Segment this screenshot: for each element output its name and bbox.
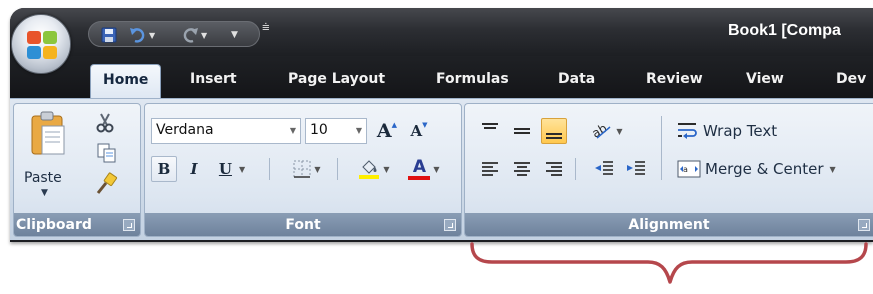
font-name-combo[interactable]: Verdana ▼ — [151, 118, 301, 144]
chevron-down-icon: ▼ — [289, 126, 296, 135]
copy-icon — [97, 143, 116, 163]
middle-align-icon — [514, 128, 530, 134]
annotation-brace-icon — [470, 242, 868, 284]
font-group-label: Font — [285, 217, 321, 233]
paste-button[interactable]: Paste ▼ — [16, 108, 80, 206]
qat-more-button[interactable]: ▼ — [229, 26, 238, 44]
font-color-icon: A — [408, 158, 431, 180]
window-title: Book1 [Compa — [728, 22, 841, 39]
alignment-dialog-launcher-icon[interactable] — [858, 219, 870, 231]
tab-developer[interactable]: Dev — [836, 64, 866, 98]
align-right-button[interactable] — [541, 156, 567, 182]
format-painter-icon — [96, 172, 118, 194]
increase-indent-button[interactable] — [623, 156, 649, 182]
font-group: Verdana ▼ 10 ▼ A ▲ A ▼ B I U ▼ ▼ ▼ A ▼ F… — [144, 103, 462, 237]
shrink-font-button[interactable]: A ▼ — [405, 118, 433, 144]
paste-label: Paste — [24, 170, 62, 186]
middle-align-button[interactable] — [509, 118, 535, 144]
bottom-align-icon — [546, 133, 562, 139]
copy-button[interactable] — [96, 142, 120, 164]
alignment-group-label: Alignment — [628, 217, 710, 233]
quick-access-toolbar: ▼ ▼ ▼ — [88, 21, 260, 47]
undo-icon — [130, 28, 145, 43]
tab-home[interactable]: Home — [90, 64, 162, 98]
italic-icon: I — [190, 160, 198, 178]
office-button[interactable] — [11, 14, 71, 74]
clipboard-group-label: Clipboard — [16, 217, 92, 233]
wrap-text-button[interactable]: Wrap Text — [677, 118, 777, 144]
customize-toolbar-icon[interactable]: ⩧ — [262, 20, 270, 35]
wrap-text-label: Wrap Text — [703, 122, 778, 140]
underline-icon: U — [218, 160, 232, 178]
alignment-separator — [575, 158, 576, 180]
font-size-value: 10 — [310, 122, 328, 138]
align-center-button[interactable] — [509, 156, 535, 182]
cut-button[interactable] — [94, 112, 118, 134]
tab-review[interactable]: Review — [646, 64, 703, 98]
excel-window: ▼ ▼ ▼ ⩧ Book1 [Compa Home Insert Page La… — [10, 8, 873, 242]
paste-icon — [31, 111, 65, 155]
alignment-separator — [661, 116, 662, 180]
fill-color-icon — [359, 160, 380, 179]
fill-color-button[interactable]: ▼ — [351, 156, 397, 182]
font-group-footer: Font — [145, 213, 461, 236]
align-center-icon — [514, 162, 530, 176]
grow-font-icon: A — [376, 120, 392, 142]
office-logo-icon — [27, 31, 57, 59]
borders-icon — [293, 160, 311, 178]
clipboard-dialog-launcher-icon[interactable] — [123, 219, 135, 231]
top-align-button[interactable] — [477, 118, 503, 144]
merge-center-button[interactable]: a Merge & Center ▼ — [677, 156, 836, 182]
bold-icon: B — [157, 160, 171, 178]
cut-icon — [96, 113, 114, 133]
align-left-icon — [482, 162, 498, 176]
font-dialog-launcher-icon[interactable] — [444, 219, 456, 231]
merge-center-label: Merge & Center — [705, 160, 824, 178]
top-align-icon — [482, 123, 498, 129]
ribbon: Paste ▼ Clipboard Verdana ▼ 10 ▼ A ▲ A ▼… — [10, 98, 873, 240]
tab-formulas[interactable]: Formulas — [436, 64, 509, 98]
wrap-text-icon — [678, 123, 697, 139]
redo-icon — [183, 28, 198, 43]
shrink-font-icon: A — [410, 122, 423, 140]
underline-button[interactable]: U ▼ — [211, 156, 253, 182]
paste-dropdown-arrow[interactable]: ▼ — [41, 188, 48, 198]
tab-view[interactable]: View — [746, 64, 784, 98]
redo-button[interactable]: ▼ — [181, 26, 207, 44]
save-button[interactable] — [101, 26, 117, 44]
alignment-group: ab ▼ Wrap Text a Merge & Center ▼ Alignm… — [464, 103, 873, 237]
tab-insert[interactable]: Insert — [190, 64, 237, 98]
undo-button[interactable]: ▼ — [129, 26, 155, 44]
bottom-align-button[interactable] — [541, 118, 567, 144]
format-painter-button[interactable] — [94, 172, 118, 194]
merge-center-icon: a — [677, 160, 701, 178]
clipboard-group-footer: Clipboard — [14, 213, 140, 236]
tab-data[interactable]: Data — [558, 64, 595, 98]
svg-text:a: a — [683, 165, 688, 174]
font-name-value: Verdana — [156, 122, 214, 138]
bold-button[interactable]: B — [151, 156, 177, 182]
chevron-down-icon: ▼ — [355, 126, 362, 135]
decrease-indent-icon — [595, 161, 613, 175]
borders-button[interactable]: ▼ — [285, 156, 329, 182]
italic-button[interactable]: I — [181, 156, 207, 182]
decrease-indent-button[interactable] — [591, 156, 617, 182]
font-group-separator — [269, 158, 270, 180]
font-size-combo[interactable]: 10 ▼ — [305, 118, 367, 144]
orientation-button[interactable]: ab ▼ — [585, 118, 629, 144]
tab-page-layout[interactable]: Page Layout — [288, 64, 385, 98]
save-icon — [101, 27, 117, 43]
clipboard-group: Paste ▼ Clipboard — [13, 103, 141, 237]
text-orientation-icon: ab — [591, 121, 611, 141]
align-left-button[interactable] — [477, 156, 503, 182]
alignment-group-footer: Alignment — [465, 213, 873, 236]
font-color-button[interactable]: A ▼ — [401, 156, 447, 182]
increase-indent-icon — [627, 161, 645, 175]
grow-font-button[interactable]: A ▲ — [373, 118, 401, 144]
font-group-separator — [337, 158, 338, 180]
align-right-icon — [546, 162, 562, 176]
